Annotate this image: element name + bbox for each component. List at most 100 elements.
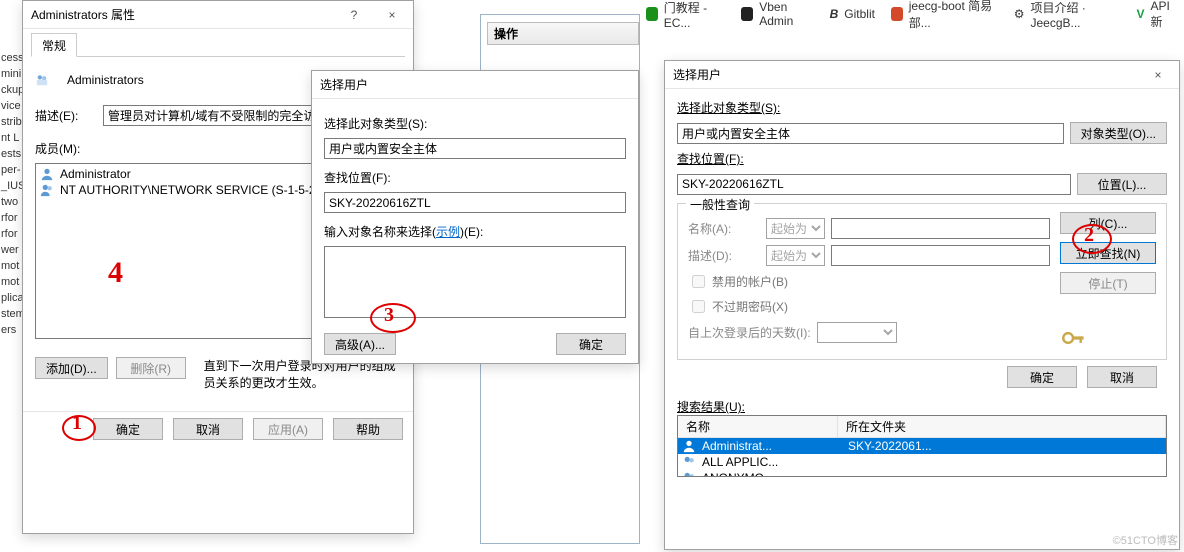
close-button[interactable]: × xyxy=(1143,68,1173,82)
sidebar-frag-item: plica xyxy=(0,290,22,306)
bookmark-item[interactable]: Vben Admin xyxy=(741,0,813,28)
object-types-button[interactable]: 对象类型(O)... xyxy=(1070,122,1167,144)
watermark: ©51CTO博客 xyxy=(1113,532,1178,548)
close-button[interactable]: × xyxy=(377,8,407,22)
locations-button[interactable]: 位置(L)... xyxy=(1077,173,1167,195)
location-label: 查找位置(F): xyxy=(324,169,391,186)
bookmark-item[interactable]: B Gitblit xyxy=(830,7,875,21)
ok-button[interactable]: 确定 xyxy=(556,333,626,355)
members-label: 成员(M): xyxy=(35,140,80,157)
settings-icon: ⚙ xyxy=(1014,7,1025,21)
examples-link[interactable]: 示例 xyxy=(436,225,460,239)
tab-general[interactable]: 常规 xyxy=(31,33,77,57)
bookmark-item[interactable]: ⚙项目介绍 · JeecgB... xyxy=(1014,0,1121,30)
users-icon xyxy=(682,455,696,469)
common-queries-group: 一般性查询 名称(A): 起始为 描述(D): 起始为 禁用的帐户(B) 不过期… xyxy=(677,203,1167,360)
bookmark-label: Gitblit xyxy=(844,7,875,21)
dlg-select-users-advanced: 选择用户 × 选择此对象类型(S): 用户或内置安全主体 对象类型(O)... … xyxy=(664,60,1180,550)
bookmark-label: Vben Admin xyxy=(759,0,813,28)
advanced-button[interactable]: 高级(A)... xyxy=(324,333,396,355)
object-type-label: 选择此对象类型(S): xyxy=(324,115,427,132)
object-type-label: 选择此对象类型(S): xyxy=(677,101,780,115)
add-member-button[interactable]: 添加(D)... xyxy=(35,357,108,379)
sidebar-frag-item: two xyxy=(0,194,22,210)
help-button[interactable]: ? xyxy=(339,8,369,22)
users-icon xyxy=(682,471,696,477)
columns-button[interactable]: 列(C)... xyxy=(1060,212,1156,234)
sidebar-frag-item: _IUS xyxy=(0,178,22,194)
sidebar-frag-item: per- xyxy=(0,162,22,178)
stop-button[interactable]: 停止(T) xyxy=(1060,272,1156,294)
mmc-action-header: 操作 xyxy=(487,22,639,45)
bookmark-favicon xyxy=(741,7,753,21)
object-type-value: 用户或内置安全主体 xyxy=(324,138,626,159)
ok-button[interactable]: 确定 xyxy=(1007,366,1077,388)
sidebar-frag-item: stem xyxy=(0,306,22,322)
browser-bookmarks-bar: 门教程 - EC... Vben Admin BGitblit jeecg-bo… xyxy=(640,2,1184,26)
bookmark-item[interactable]: V API 新 xyxy=(1137,0,1178,30)
api-icon: V xyxy=(1137,7,1145,21)
result-row[interactable]: ALL APPLIC... xyxy=(678,454,1166,470)
sidebar-frag-item: strib xyxy=(0,114,22,130)
search-results-label: 搜索结果(U): xyxy=(677,400,745,414)
name-filter-input[interactable] xyxy=(831,218,1050,239)
desc-filter-label: 描述(D): xyxy=(688,247,760,264)
desc-filter-combo[interactable]: 起始为 xyxy=(766,245,825,266)
apply-button[interactable]: 应用(A) xyxy=(253,418,323,440)
bookmark-item[interactable]: 门教程 - EC... xyxy=(646,0,725,30)
sidebar-frag-item: rfor xyxy=(0,210,22,226)
mmc-action-title: 操作 xyxy=(487,22,639,45)
sidebar-frag-item: vice xyxy=(0,98,22,114)
sidebar-frag-item: cess xyxy=(0,50,22,66)
group-name-label: Administrators xyxy=(67,73,144,87)
search-results-list[interactable]: 名称 所在文件夹 Administrat... SKY-2022061... A… xyxy=(677,415,1167,477)
help-button[interactable]: 帮助 xyxy=(333,418,403,440)
result-row[interactable]: ANONYMO... xyxy=(678,470,1166,477)
user-icon xyxy=(40,167,54,181)
desc-label: 描述(E): xyxy=(35,107,97,124)
find-now-button[interactable]: 立即查找(N) xyxy=(1060,242,1156,264)
titlebar: Administrators 属性 ? × xyxy=(23,1,413,29)
non-expiring-pw-checkbox[interactable]: 不过期密码(X) xyxy=(688,297,1050,316)
bookmark-favicon xyxy=(891,7,903,21)
sidebar-frag-item: mot xyxy=(0,274,22,290)
gitblit-icon: B xyxy=(830,7,839,21)
disabled-accounts-checkbox[interactable]: 禁用的帐户(B) xyxy=(688,272,1050,291)
groupbox-title: 一般性查询 xyxy=(686,196,754,213)
titlebar: 选择用户 xyxy=(312,71,638,99)
last-login-combo[interactable] xyxy=(817,322,897,343)
enter-names-label: 输入对象名称来选择(示例)(E): xyxy=(324,223,483,240)
bookmark-label: 门教程 - EC... xyxy=(664,0,726,30)
last-login-label: 自上次登录后的天数(I): xyxy=(688,324,811,341)
dialog-title: 选择用户 xyxy=(318,76,632,93)
dialog-title: Administrators 属性 xyxy=(29,6,339,23)
col-folder[interactable]: 所在文件夹 xyxy=(838,416,1166,437)
name-filter-combo[interactable]: 起始为 xyxy=(766,218,825,239)
group-icon xyxy=(35,73,49,87)
name-filter-label: 名称(A): xyxy=(688,220,760,237)
member-text: Administrator xyxy=(60,167,131,181)
users-icon xyxy=(40,183,54,197)
titlebar: 选择用户 × xyxy=(665,61,1179,89)
sidebar-frag-item: ers xyxy=(0,322,22,338)
result-name: Administrat... xyxy=(702,439,842,453)
dlg-select-users-basic: 选择用户 选择此对象类型(S): 用户或内置安全主体 查找位置(F): SKY-… xyxy=(311,70,639,364)
object-type-value: 用户或内置安全主体 xyxy=(677,123,1064,144)
bookmark-label: API 新 xyxy=(1151,0,1178,30)
location-value: SKY-20220616ZTL xyxy=(324,192,626,213)
cancel-button[interactable]: 取消 xyxy=(173,418,243,440)
object-names-input[interactable] xyxy=(324,246,626,318)
result-row[interactable]: Administrat... SKY-2022061... xyxy=(678,438,1166,454)
result-name: ANONYMO... xyxy=(702,471,842,477)
bookmark-item[interactable]: jeecg-boot 简易部... xyxy=(891,0,998,31)
desc-filter-input[interactable] xyxy=(831,245,1050,266)
col-name[interactable]: 名称 xyxy=(678,416,838,437)
bookmark-label: jeecg-boot 简易部... xyxy=(909,0,998,31)
tab-strip: 常规 xyxy=(31,33,405,57)
ok-button[interactable]: 确定 xyxy=(93,418,163,440)
cancel-button[interactable]: 取消 xyxy=(1087,366,1157,388)
sidebar-frag-item: rfor xyxy=(0,226,22,242)
remove-member-button[interactable]: 删除(R) xyxy=(116,357,186,379)
bookmark-favicon xyxy=(646,7,658,21)
result-name: ALL APPLIC... xyxy=(702,455,842,469)
